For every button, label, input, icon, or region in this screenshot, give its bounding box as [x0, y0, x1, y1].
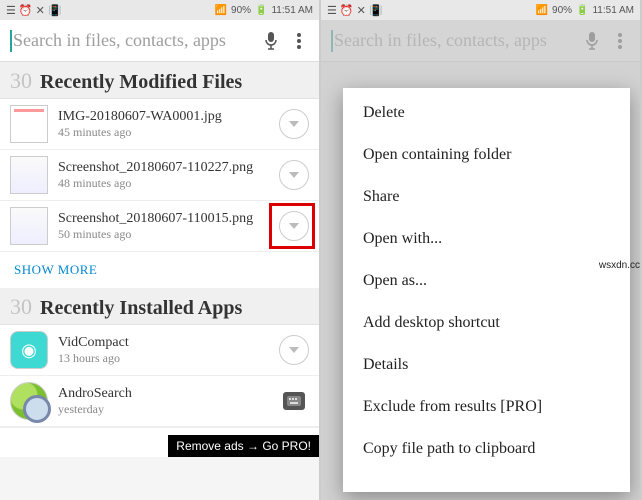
section-count: 30 [10, 294, 32, 320]
search-bar[interactable]: Search in files, contacts, apps [0, 20, 319, 62]
file-time: 48 minutes ago [58, 176, 269, 191]
status-battery-text: 90% [552, 5, 572, 16]
file-name: Screenshot_20180607-110015.png [58, 211, 269, 227]
search-placeholder: Search in files, contacts, apps [13, 30, 257, 51]
menu-item-details[interactable]: Details [343, 344, 630, 386]
status-bar: ☰ ⏰ ✕ 📳 📶 90% 🔋 11:51 AM [321, 0, 640, 20]
keyboard-icon[interactable] [283, 392, 305, 410]
menu-item-exclude-pro[interactable]: Exclude from results [PRO] [343, 386, 630, 428]
status-battery-icon: 🔋 [255, 5, 267, 16]
file-name: Screenshot_20180607-110227.png [58, 160, 269, 176]
menu-item-open-with[interactable]: Open with... [343, 218, 630, 260]
app-time: 13 hours ago [58, 351, 269, 366]
menu-item-share[interactable]: Share [343, 176, 630, 218]
menu-item-delete[interactable]: Delete [343, 92, 630, 134]
file-info: IMG-20180607-WA0001.jpg 45 minutes ago [58, 109, 269, 140]
status-time: 11:51 AM [271, 5, 313, 16]
menu-item-open-as[interactable]: Open as... [343, 260, 630, 302]
app-info: AndroSearch yesterday [58, 386, 273, 417]
section-count: 30 [10, 68, 32, 94]
overflow-menu-icon[interactable] [285, 27, 313, 55]
file-row[interactable]: Screenshot_20180607-110015.png 50 minute… [0, 201, 319, 252]
section-header-apps: 30 Recently Installed Apps [0, 288, 319, 325]
ad-text: Remove ads → Go PRO! [176, 439, 311, 453]
expand-button[interactable] [279, 211, 309, 241]
app-time: yesterday [58, 402, 273, 417]
file-thumbnail [10, 156, 48, 194]
menu-item-open-folder[interactable]: Open containing folder [343, 134, 630, 176]
expand-button[interactable] [279, 160, 309, 190]
file-row[interactable]: Screenshot_20180607-110227.png 48 minute… [0, 150, 319, 201]
menu-item-copy-path[interactable]: Copy file path to clipboard [343, 428, 630, 470]
app-row[interactable]: ◉ VidCompact 13 hours ago [0, 325, 319, 376]
file-time: 50 minutes ago [58, 227, 269, 242]
file-time: 45 minutes ago [58, 125, 269, 140]
app-icon-vidcompact: ◉ [10, 331, 48, 369]
app-info: VidCompact 13 hours ago [58, 335, 269, 366]
status-icons-left: ☰ ⏰ ✕ 📳 [327, 4, 383, 17]
watermark: wsxdn.cc [599, 260, 640, 271]
expand-button[interactable] [279, 335, 309, 365]
menu-item-add-shortcut[interactable]: Add desktop shortcut [343, 302, 630, 344]
file-thumbnail [10, 105, 48, 143]
file-thumbnail [10, 207, 48, 245]
status-battery-icon: 🔋 [576, 5, 588, 16]
app-icon-androsearch [10, 382, 48, 420]
app-row[interactable]: AndroSearch yesterday [0, 376, 319, 427]
file-name: IMG-20180607-WA0001.jpg [58, 109, 269, 125]
context-menu: Delete Open containing folder Share Open… [343, 88, 630, 492]
text-cursor [10, 30, 12, 52]
expand-button[interactable] [279, 109, 309, 139]
remove-ads-banner[interactable]: Remove ads → Go PRO! [168, 435, 319, 457]
status-battery-text: 90% [231, 5, 251, 16]
status-signal-icon: 📶 [536, 5, 548, 16]
phone-left: ☰ ⏰ ✕ 📳 📶 90% 🔋 11:51 AM Search in files… [0, 0, 319, 500]
status-icons-left: ☰ ⏰ ✕ 📳 [6, 4, 62, 17]
footer: Remove ads → Go PRO! [0, 427, 319, 457]
section-header-files: 30 Recently Modified Files [0, 62, 319, 99]
microphone-icon[interactable] [257, 27, 285, 55]
app-name: AndroSearch [58, 386, 273, 402]
section-title: Recently Installed Apps [40, 297, 242, 320]
file-info: Screenshot_20180607-110227.png 48 minute… [58, 160, 269, 191]
file-info: Screenshot_20180607-110015.png 50 minute… [58, 211, 269, 242]
status-time: 11:51 AM [592, 5, 634, 16]
status-bar: ☰ ⏰ ✕ 📳 📶 90% 🔋 11:51 AM [0, 0, 319, 20]
app-name: VidCompact [58, 335, 269, 351]
section-title: Recently Modified Files [40, 71, 242, 94]
phone-right: ☰ ⏰ ✕ 📳 📶 90% 🔋 11:51 AM Search in files… [321, 0, 640, 500]
show-more-link[interactable]: SHOW MORE [0, 252, 319, 288]
status-signal-icon: 📶 [215, 5, 227, 16]
file-row[interactable]: IMG-20180607-WA0001.jpg 45 minutes ago [0, 99, 319, 150]
